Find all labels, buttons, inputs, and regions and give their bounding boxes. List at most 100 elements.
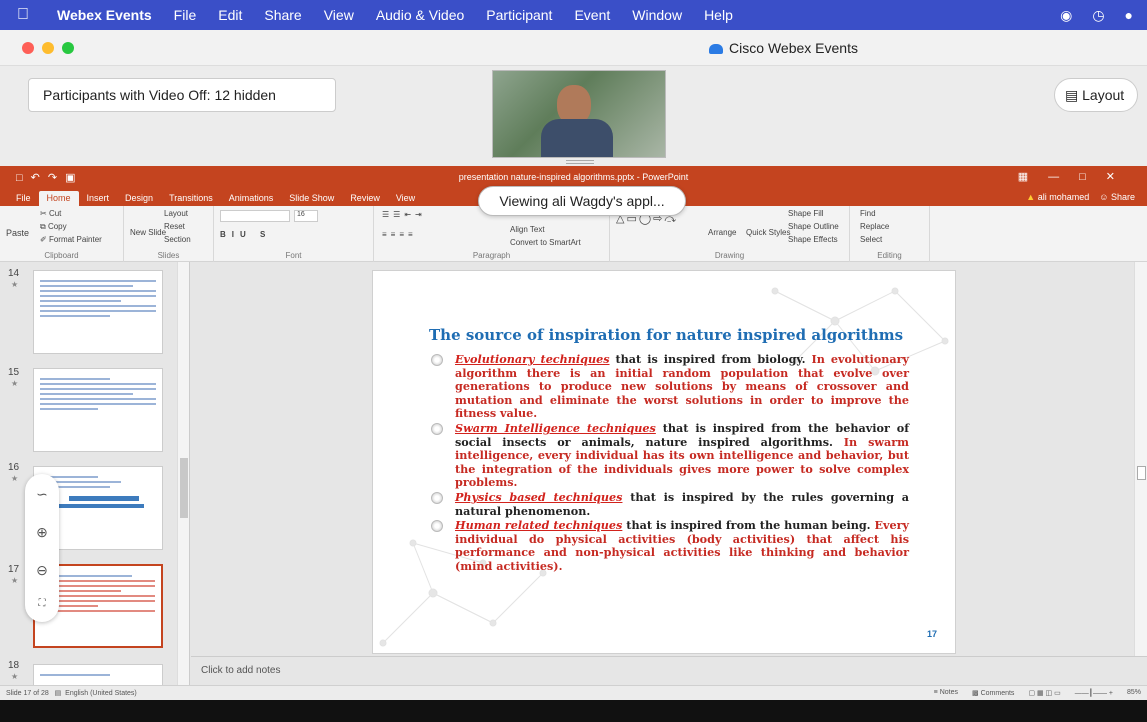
thumb-star-icon: ★	[11, 280, 19, 289]
slide-bullet-list: Evolutionary techniques that is inspired…	[429, 352, 909, 575]
editing-group-label: Editing	[877, 251, 902, 260]
tab-home[interactable]: Home	[38, 191, 79, 206]
control-dot-icon[interactable]: ●	[1125, 7, 1133, 24]
convert-smartart-button[interactable]: Convert to SmartArt	[510, 238, 581, 247]
menu-window[interactable]: Window	[621, 7, 693, 23]
menu-audio-video[interactable]: Audio & Video	[365, 7, 475, 23]
shape-fill-button[interactable]: Shape Fill	[788, 209, 824, 218]
format-painter-label: Format Painter	[48, 235, 102, 244]
tab-transitions[interactable]: Transitions	[161, 191, 221, 206]
cut-button[interactable]: ✂ Cut	[40, 209, 61, 218]
shape-effects-button[interactable]: Shape Effects	[788, 235, 838, 244]
layout-icon: ▤	[1065, 87, 1079, 103]
copy-button[interactable]: ⧉ Copy	[40, 222, 67, 232]
slide-vertical-scrollbar[interactable]	[1134, 262, 1147, 656]
zoom-slider[interactable]: ——┃—— +	[1075, 689, 1113, 697]
slide-canvas: The source of inspiration for nature ins…	[191, 262, 1134, 656]
menu-help[interactable]: Help	[693, 7, 744, 23]
slide-thumbnail-15[interactable]	[33, 368, 163, 452]
window-title: Cisco Webex Events	[0, 40, 1147, 56]
tab-slide-show[interactable]: Slide Show	[281, 191, 342, 206]
notes-pane[interactable]: Click to add notes	[191, 656, 1147, 685]
format-painter-button[interactable]: ✐ Format Painter	[40, 235, 102, 244]
find-button[interactable]: Find	[860, 209, 876, 218]
arrange-button[interactable]: Arrange	[708, 228, 736, 237]
tab-file[interactable]: File	[8, 191, 39, 206]
hidden-participants-indicator[interactable]: Participants with Video Off: 12 hidden	[28, 78, 336, 112]
annotate-pen-icon[interactable]: ∽	[25, 486, 59, 503]
zoom-in-icon[interactable]: ⊕	[25, 524, 59, 541]
menu-file[interactable]: File	[163, 7, 208, 23]
ppt-window-controls[interactable]: ▦—□✕	[1018, 170, 1135, 183]
webex-status-icon[interactable]: ◉	[1060, 7, 1072, 24]
current-slide[interactable]: The source of inspiration for nature ins…	[372, 270, 956, 654]
new-slide-button[interactable]: New Slide	[130, 228, 166, 237]
language-indicator[interactable]: English (United States)	[65, 690, 137, 697]
menubar-status-icons: ◉ ◷ ●	[1060, 7, 1147, 24]
zoom-level[interactable]: 85%	[1127, 689, 1141, 697]
bullet-physics: Physics based techniques that is inspire…	[429, 489, 909, 518]
font-style-buttons[interactable]: BIU S	[220, 230, 271, 239]
slide-thumbnail-14[interactable]	[33, 270, 163, 354]
thumbnail-scroll-knob[interactable]	[180, 458, 188, 518]
menu-view[interactable]: View	[313, 7, 365, 23]
replace-button[interactable]: Replace	[860, 222, 889, 231]
user-account[interactable]: ▲ ali mohamed	[1026, 192, 1089, 202]
window-title-text: Cisco Webex Events	[729, 40, 858, 56]
quick-styles-button[interactable]: Quick Styles	[746, 228, 790, 237]
zoom-out-icon[interactable]: ⊖	[25, 562, 59, 579]
list-buttons[interactable]: ☰☰⇤⇥	[382, 210, 426, 219]
align-text-button[interactable]: Align Text	[510, 225, 545, 234]
slide-scroll-knob[interactable]	[1137, 466, 1146, 480]
ppt-titlebar: □↶↷▣ presentation nature-inspired algori…	[0, 166, 1147, 188]
bottom-bar	[0, 700, 1147, 722]
comments-toggle[interactable]: ▩ Comments	[972, 689, 1014, 697]
menu-edit[interactable]: Edit	[207, 7, 253, 23]
font-group-label: Font	[285, 251, 302, 260]
menu-participant[interactable]: Participant	[475, 7, 563, 23]
tab-view[interactable]: View	[388, 191, 423, 206]
select-button[interactable]: Select	[860, 235, 882, 244]
participant-video-tile[interactable]	[492, 70, 666, 158]
paragraph-group-label: Paragraph	[472, 251, 511, 260]
clock-icon[interactable]: ◷	[1092, 7, 1104, 24]
warning-icon: ▲	[1026, 192, 1036, 202]
alignment-buttons[interactable]: ≡≡≡≡	[382, 230, 417, 239]
bullet-marker-icon	[431, 354, 443, 366]
participant-body	[541, 119, 613, 157]
spellcheck-icon[interactable]: ▤	[55, 690, 62, 697]
tab-insert[interactable]: Insert	[79, 191, 118, 206]
bullet-evolutionary: Evolutionary techniques that is inspired…	[429, 352, 909, 421]
stage-resize-grip[interactable]	[566, 160, 594, 164]
notes-toggle[interactable]: ≡ Notes	[934, 689, 958, 697]
layout-dropdown[interactable]: Layout	[164, 209, 188, 218]
window-titlebar: Cisco Webex Events	[0, 30, 1147, 66]
tab-animations[interactable]: Animations	[221, 191, 282, 206]
slide-thumbnail-18[interactable]	[33, 664, 163, 685]
notes-icon: ≡	[933, 689, 938, 696]
view-buttons[interactable]: ▢ ▦ ◫ ▭	[1028, 689, 1060, 697]
fit-screen-icon[interactable]: ⛶	[25, 598, 59, 609]
brush-icon: ✐	[40, 235, 47, 244]
copy-label: Copy	[47, 222, 67, 231]
bullet-term: Physics based techniques	[455, 489, 623, 504]
layout-button[interactable]: ▤ Layout	[1054, 78, 1138, 112]
shape-outline-button[interactable]: Shape Outline	[788, 222, 839, 231]
font-size-select[interactable]: 16	[294, 210, 318, 222]
section-dropdown[interactable]: Section	[164, 235, 191, 244]
tab-review[interactable]: Review	[342, 191, 388, 206]
share-button[interactable]: ☺ Share	[1099, 192, 1135, 202]
apple-icon[interactable]: 	[0, 6, 46, 24]
thumb-number-16: 16	[8, 462, 20, 473]
cut-label: Cut	[48, 209, 62, 218]
menu-event[interactable]: Event	[563, 7, 621, 23]
paste-button[interactable]: Paste	[6, 228, 29, 238]
menu-app-name[interactable]: Webex Events	[46, 7, 163, 23]
thumbnail-scrollbar[interactable]	[177, 262, 189, 685]
tab-design[interactable]: Design	[117, 191, 161, 206]
slide-thumbnails-pane: 14 ★ 15 ★ 16 ★ 17 ★ 18 ★ ∽ ⊕ ⊖ ⛶	[0, 262, 190, 685]
font-family-select[interactable]	[220, 210, 290, 222]
menu-share[interactable]: Share	[253, 7, 312, 23]
reset-button[interactable]: Reset	[164, 222, 185, 231]
ribbon-group-font: 16 BIU S Font	[214, 206, 374, 262]
